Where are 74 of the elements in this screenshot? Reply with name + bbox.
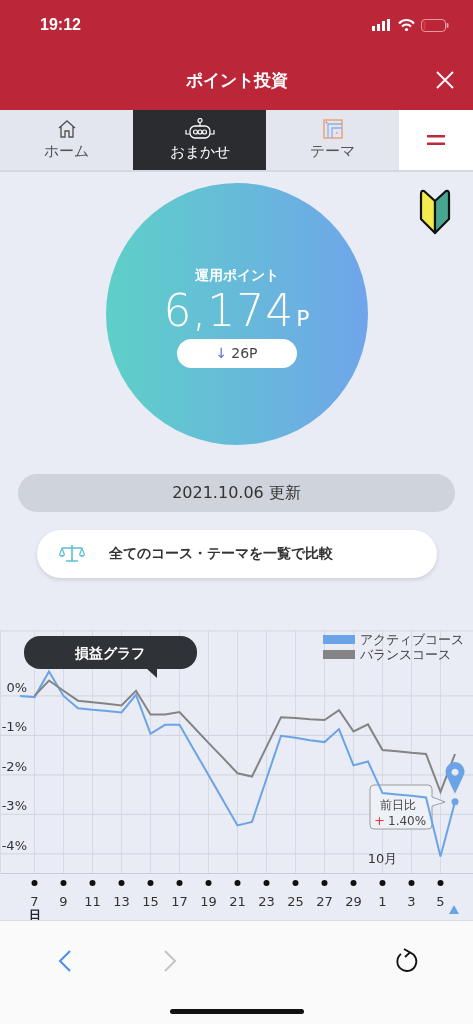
x-tick-label: 15: [142, 894, 159, 909]
change-value: 26P: [231, 345, 258, 361]
x-tick-label: 29: [345, 894, 362, 909]
nav-tab[interactable]: テーマ: [266, 110, 399, 170]
tick-dot: [234, 880, 241, 886]
battery-icon: [421, 18, 449, 32]
tick-dot: [147, 880, 154, 886]
tick-dot: [408, 880, 415, 886]
points-value: 6,174: [163, 288, 295, 333]
menu-icon: [427, 135, 445, 145]
theme-icon: [322, 119, 343, 139]
status-time: 19:12: [40, 16, 81, 34]
tick-dot: [176, 880, 183, 886]
legend-swatch: [323, 650, 355, 659]
y-tick-label: -3%: [1, 798, 27, 814]
plus-sign: +: [374, 813, 385, 828]
nav-tab[interactable]: ホーム: [0, 110, 133, 170]
points-label: 運用ポイント: [194, 266, 279, 285]
data-point: [451, 798, 459, 806]
x-tick-label: 1: [378, 894, 387, 909]
tick-dot: [321, 880, 328, 886]
scale-icon: [58, 544, 85, 564]
y-tick-label: -4%: [1, 837, 27, 853]
legend-swatch: [323, 635, 355, 644]
compare-button[interactable]: 全てのコース・テーマを一覧で比較: [36, 530, 437, 578]
month-label: 10月: [367, 851, 398, 866]
weekday-label: 日: [28, 908, 41, 920]
signal-icon: [372, 19, 392, 31]
tick-dot: [263, 880, 270, 886]
tick-dot: [437, 880, 444, 886]
x-tick-label: 7: [30, 894, 39, 909]
close-icon[interactable]: [436, 71, 454, 89]
x-tick-label: 25: [287, 894, 304, 909]
x-tick-label: 17: [171, 894, 188, 909]
tick-dot: [60, 880, 67, 886]
x-tick-label: 3: [407, 894, 416, 909]
points-unit: P: [296, 307, 310, 330]
x-tick-label: 27: [316, 894, 333, 909]
wifi-icon: [398, 19, 415, 31]
x-tick-label: 23: [258, 894, 275, 909]
reload-icon: [395, 947, 419, 974]
tick-dot: [350, 880, 357, 886]
nav-tab[interactable]: おまかせ: [133, 110, 266, 170]
legend-label: バランスコース: [360, 647, 451, 662]
tooltip-value: 1.40%: [388, 814, 427, 828]
location-pin-icon: [445, 762, 465, 794]
y-tick-label: 0%: [6, 679, 27, 695]
tick-dot: [379, 880, 386, 886]
x-tick-label: 5: [436, 894, 445, 909]
tick-dot: [205, 880, 212, 886]
x-tick-label: 13: [113, 894, 130, 909]
y-tick-label: -1%: [1, 719, 27, 735]
tick-dot: [31, 880, 38, 886]
robot-icon: [184, 118, 215, 140]
x-tick-label: 9: [59, 894, 68, 909]
y-tick-label: -2%: [1, 758, 27, 774]
update-date: 2021.10.06 更新: [18, 474, 455, 512]
menu-tab[interactable]: [399, 110, 473, 170]
tick-dot: [89, 880, 96, 886]
back-icon: [58, 948, 72, 973]
triangle-marker-icon: [449, 905, 459, 914]
down-arrow: ↓: [215, 345, 228, 361]
chart-title: 損益グラフ: [75, 645, 145, 661]
page-title: ポイント投資: [185, 68, 288, 92]
forward-icon: [163, 948, 177, 973]
tooltip-label: 前日比: [380, 798, 416, 812]
x-tick-label: 19: [200, 894, 217, 909]
home-icon: [56, 119, 77, 139]
beginner-mark-icon: [419, 189, 451, 235]
x-tick-label: 11: [84, 894, 101, 909]
tick-dot: [292, 880, 299, 886]
legend-label: アクティブコース: [360, 632, 464, 647]
tick-dot: [118, 880, 125, 886]
x-tick-label: 21: [229, 894, 246, 909]
